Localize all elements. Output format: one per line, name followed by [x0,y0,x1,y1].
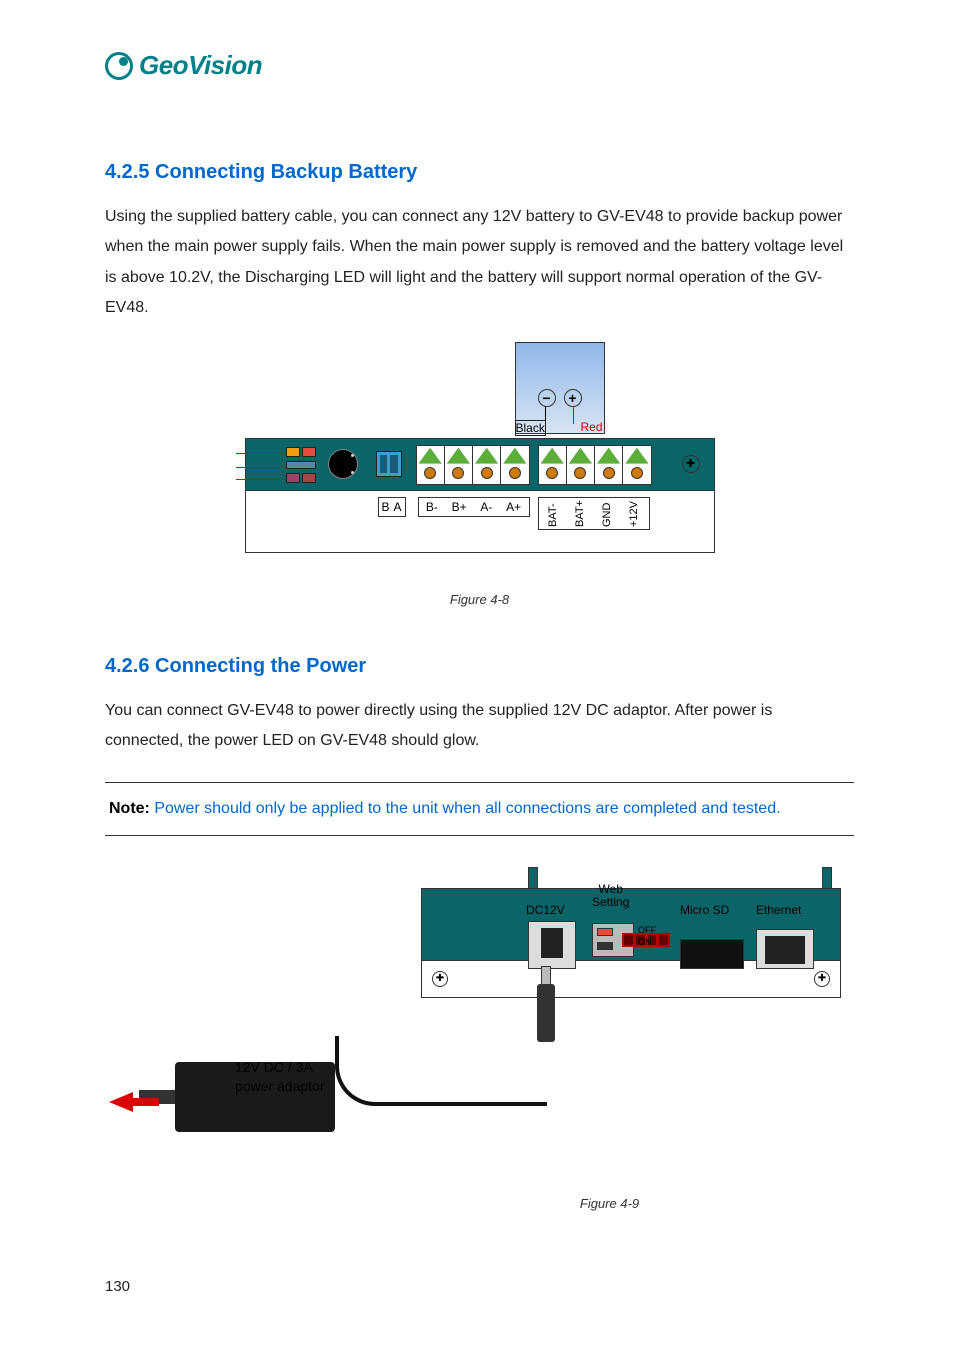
ethernet-port-icon [756,929,814,969]
label-power-row: BAT- BAT+ GND +12V [538,497,650,530]
label-dip-ba: B A [378,497,406,517]
terminal-block-power [538,445,652,485]
paragraph-backup-battery: Using the supplied battery cable, you ca… [105,202,854,324]
dip-switch-icon [376,451,402,477]
pcb-board2-icon: ✚ ✚ DC12V Web Setting OFF ON Micro SD Et… [421,888,841,998]
section-heading-power: 4.2.6 Connecting the Power [105,655,854,678]
battery-plus-icon: + [564,389,582,407]
terminal-block-rs485 [416,445,530,485]
label-black-wire: Black [515,420,546,436]
figure-backup-battery: − + Black Red ✚ B A B- B+ A- A+ [245,342,715,582]
screw-icon: ✚ [814,971,830,987]
logo-mark-icon [105,52,133,80]
note-box: Note: Power should only be applied to th… [105,782,854,835]
micro-sd-slot-icon [680,939,744,969]
screw-icon: ✚ [432,971,448,987]
brand-logo: GeoVision [105,50,854,81]
arrow-stem-icon [131,1098,159,1106]
page-number: 130 [105,1278,130,1295]
note-label: Note: [109,800,150,817]
dc-plug-body-icon [537,984,555,1042]
wire-red-icon [573,406,575,424]
brand-name: GeoVision [139,50,262,81]
label-power-adaptor: 12V DC / 3A power adaptor [235,1058,325,1097]
label-on: ON [638,937,652,947]
arrow-left-icon [109,1092,133,1112]
paragraph-power: You can connect GV-EV48 to power directl… [105,696,854,757]
label-off: OFF [638,925,656,935]
pcb-board-icon: ✚ B A B- B+ A- A+ BAT- BAT+ GND +12V [245,438,715,553]
figure-caption-1: Figure 4-8 [105,592,854,607]
label-dc12v: DC12V [526,903,565,917]
label-web-setting: Web Setting [592,883,629,909]
figure-caption-2: Figure 4-9 [365,1196,854,1211]
pcb-top: ✚ [246,439,714,491]
dc-plug-tip-icon [541,966,551,986]
note-text: Power should only be applied to the unit… [154,800,780,817]
round-port-icon [328,449,358,479]
power-cable-icon [335,1036,547,1106]
label-rs485-row: B- B+ A- A+ [418,497,530,517]
battery-minus-icon: − [538,389,556,407]
label-ethernet: Ethernet [756,903,801,917]
section-heading-backup-battery: 4.2.5 Connecting Backup Battery [105,161,854,184]
figure-power-connection: ✚ ✚ DC12V Web Setting OFF ON Micro SD Et… [105,866,845,1186]
screw-icon: ✚ [682,455,700,473]
label-red-wire: Red [581,420,603,434]
label-micro-sd: Micro SD [680,903,729,917]
dc-jack-icon [528,921,576,969]
